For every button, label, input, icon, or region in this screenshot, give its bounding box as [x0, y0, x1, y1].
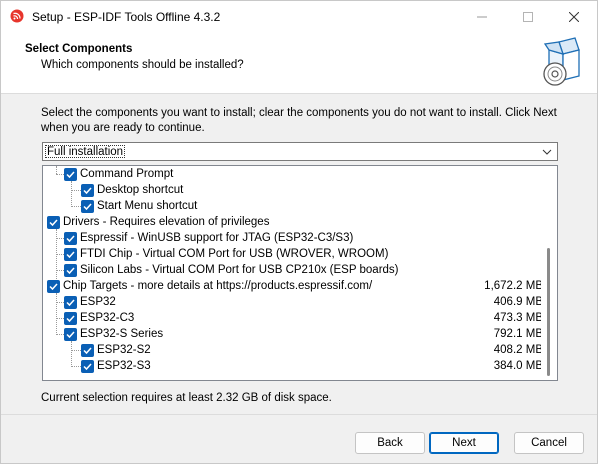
close-icon: [569, 11, 579, 22]
component-driver-espressif[interactable]: Espressif - WinUSB support for JTAG (ESP…: [43, 230, 543, 246]
window-title: Setup - ESP-IDF Tools Offline 4.3.2: [32, 10, 221, 24]
setup-window: Setup - ESP-IDF Tools Offline 4.3.2 Sele…: [0, 0, 598, 464]
component-start-menu-shortcut[interactable]: Start Menu shortcut: [43, 198, 543, 214]
component-size: 792.1 MB: [493, 328, 543, 340]
checkmark-icon: [66, 251, 75, 259]
component-size: 1,672.2 MB: [484, 280, 543, 292]
component-checkbox[interactable]: [64, 232, 77, 245]
scrollbar-thumb[interactable]: [547, 248, 550, 376]
component-label: ESP32-S2: [97, 344, 151, 356]
page-subtitle: Which components should be installed?: [41, 59, 244, 71]
component-desktop-shortcut[interactable]: Desktop shortcut: [43, 182, 543, 198]
component-label: Espressif - WinUSB support for JTAG (ESP…: [80, 232, 354, 244]
footer-divider: [1, 414, 597, 415]
component-checkbox[interactable]: [81, 200, 94, 213]
component-size: 406.9 MB: [493, 296, 543, 308]
checkmark-icon: [49, 283, 58, 291]
component-label: ESP32-S3: [97, 360, 151, 372]
checkmark-icon: [83, 363, 92, 371]
disk-space-text: Current selection requires at least 2.32…: [41, 392, 332, 404]
component-esp32[interactable]: ESP32 406.9 MB: [43, 294, 543, 310]
back-button[interactable]: Back: [355, 432, 425, 454]
component-label: Start Menu shortcut: [97, 200, 198, 212]
title-bar[interactable]: Setup - ESP-IDF Tools Offline 4.3.2: [1, 1, 597, 32]
component-label: Chip Targets - more details at https://p…: [63, 280, 373, 292]
component-label: FTDI Chip - Virtual COM Port for USB (WR…: [80, 248, 389, 260]
component-command-prompt[interactable]: Command Prompt: [43, 166, 543, 182]
component-checkbox[interactable]: [81, 184, 94, 197]
checkmark-icon: [83, 203, 92, 211]
checkmark-icon: [66, 299, 75, 307]
close-button[interactable]: [551, 1, 597, 32]
maximize-button[interactable]: [505, 1, 551, 32]
cancel-button[interactable]: Cancel: [514, 432, 584, 454]
instructions-text: Select the components you want to instal…: [41, 107, 557, 134]
component-label: Desktop shortcut: [97, 184, 184, 196]
component-driver-ftdi[interactable]: FTDI Chip - Virtual COM Port for USB (WR…: [43, 246, 543, 262]
component-checkbox[interactable]: [64, 312, 77, 325]
component-checkbox[interactable]: [47, 280, 60, 293]
component-checkbox[interactable]: [64, 296, 77, 309]
checkmark-icon: [66, 235, 75, 243]
component-label: ESP32-S Series: [80, 328, 164, 340]
checkmark-icon: [66, 267, 75, 275]
component-size: 408.2 MB: [493, 344, 543, 356]
component-chip-targets[interactable]: Chip Targets - more details at https://p…: [43, 278, 543, 294]
component-checkbox[interactable]: [81, 344, 94, 357]
installation-type-dropdown[interactable]: Full installation: [42, 142, 558, 161]
component-esp32-s2[interactable]: ESP32-S2 408.2 MB: [43, 342, 543, 358]
installation-type-value: Full installation: [45, 145, 126, 158]
chevron-down-icon: [542, 149, 552, 155]
component-checkbox[interactable]: [64, 248, 77, 261]
component-checkbox[interactable]: [47, 216, 60, 229]
component-esp32-c3[interactable]: ESP32-C3 473.3 MB: [43, 310, 543, 326]
next-button[interactable]: Next: [429, 432, 499, 454]
minimize-button[interactable]: [459, 1, 505, 32]
checkmark-icon: [66, 331, 75, 339]
component-size: 384.0 MB: [493, 360, 543, 372]
component-esp32-s3[interactable]: ESP32-S3 384.0 MB: [43, 358, 543, 374]
checkmark-icon: [83, 347, 92, 355]
component-label: ESP32-C3: [80, 312, 135, 324]
minimize-icon: [477, 16, 487, 17]
wizard-header: Select Components Which components shoul…: [1, 32, 597, 94]
component-label: ESP32: [80, 296, 116, 308]
component-label: Drivers - Requires elevation of privileg…: [63, 216, 270, 228]
component-checkbox[interactable]: [64, 328, 77, 341]
maximize-icon: [523, 11, 533, 22]
component-label: Command Prompt: [80, 168, 174, 180]
install-box-disc-icon: [543, 37, 580, 86]
component-drivers[interactable]: Drivers - Requires elevation of privileg…: [43, 214, 543, 230]
checkmark-icon: [66, 315, 75, 323]
component-esp32-s-series[interactable]: ESP32-S Series 792.1 MB: [43, 326, 543, 342]
component-label: Silicon Labs - Virtual COM Port for USB …: [80, 264, 399, 276]
component-driver-silicon-labs[interactable]: Silicon Labs - Virtual COM Port for USB …: [43, 262, 543, 278]
component-checkbox[interactable]: [64, 264, 77, 277]
components-tree[interactable]: Command Prompt Desktop shortcut Start Me…: [42, 165, 558, 381]
checkmark-icon: [83, 187, 92, 195]
component-checkbox[interactable]: [64, 168, 77, 181]
checkmark-icon: [49, 219, 58, 227]
espressif-logo-icon: [10, 9, 24, 23]
component-checkbox[interactable]: [81, 360, 94, 373]
component-size: 473.3 MB: [493, 312, 543, 324]
checkmark-icon: [66, 171, 75, 179]
tree-scrollbar[interactable]: [541, 166, 557, 380]
page-title: Select Components: [25, 43, 133, 55]
